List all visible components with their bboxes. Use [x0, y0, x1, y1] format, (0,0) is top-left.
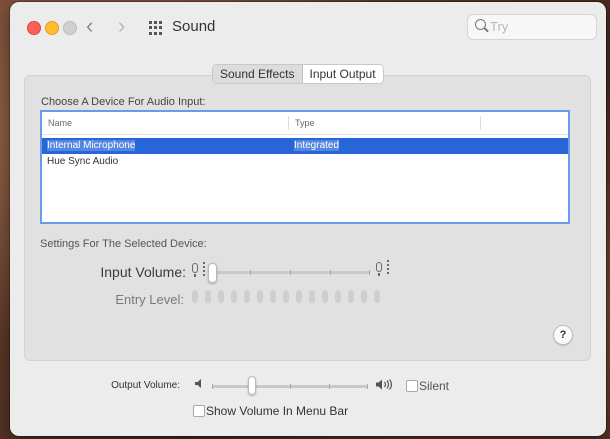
input-volume-slider[interactable]	[210, 270, 370, 275]
level-bar	[335, 290, 341, 303]
tab-sound-effects[interactable]: Sound Effects	[213, 65, 303, 83]
output-volume-slider[interactable]	[212, 384, 368, 389]
title-bar: ‹ › Sound	[10, 2, 606, 50]
slider-tick	[330, 270, 331, 275]
level-bar	[244, 290, 250, 303]
slider-tick	[212, 384, 213, 389]
level-bar	[296, 290, 302, 303]
table-row[interactable]: Hue Sync Audio	[42, 154, 568, 170]
device-type: Integrated	[294, 140, 340, 151]
level-bar	[231, 290, 237, 303]
level-bar	[257, 290, 263, 303]
show-volume-menu-bar-label[interactable]: Show Volume In Menu Bar	[206, 404, 348, 418]
close-button[interactable]	[27, 21, 41, 35]
level-bar	[192, 290, 198, 303]
slider-tick	[290, 270, 291, 275]
slider-tick	[329, 384, 330, 389]
show-volume-menu-bar-checkbox[interactable]	[193, 405, 205, 417]
level-bar	[270, 290, 276, 303]
sound-preferences-window: ‹ › Sound Sound Effects Input Output Cho…	[10, 2, 606, 436]
device-name: Internal Microphone	[47, 140, 136, 151]
show-all-grid-icon[interactable]	[149, 21, 163, 35]
settings-selected-device-label: Settings For The Selected Device:	[40, 238, 207, 250]
minimize-button[interactable]	[45, 21, 59, 35]
slider-tick	[367, 384, 368, 389]
tab-bar: Sound Effects Input Output	[212, 64, 384, 84]
sound-waves-icon	[203, 262, 205, 278]
level-bar	[205, 290, 211, 303]
device-name: Hue Sync Audio	[47, 156, 119, 167]
level-bar	[348, 290, 354, 303]
entry-level-label: Entry Level:	[115, 292, 184, 307]
search-input[interactable]	[490, 18, 586, 35]
speaker-high-icon	[376, 379, 393, 390]
output-volume-label: Output Volume:	[111, 380, 180, 391]
level-bar	[218, 290, 224, 303]
input-volume-label: Input Volume:	[100, 264, 186, 280]
input-device-table[interactable]: Name Type Internal Microphone Integrated…	[40, 110, 570, 224]
microphone-low-icon	[192, 263, 198, 277]
silent-checkbox[interactable]	[406, 380, 418, 392]
level-bar	[361, 290, 367, 303]
table-header: Name Type	[42, 112, 568, 135]
zoom-button[interactable]	[63, 21, 77, 35]
speaker-low-icon	[195, 379, 201, 388]
forward-arrow-icon[interactable]: ›	[118, 14, 125, 38]
slider-tick	[369, 270, 370, 275]
level-bar	[374, 290, 380, 303]
level-bar	[322, 290, 328, 303]
level-bar	[283, 290, 289, 303]
microphone-high-icon	[376, 262, 382, 276]
slider-tick	[250, 270, 251, 275]
tab-input-output[interactable]: Input Output	[302, 65, 383, 83]
input-volume-knob[interactable]	[208, 263, 217, 283]
back-arrow-icon[interactable]: ‹	[86, 14, 93, 38]
column-header-type[interactable]: Type	[295, 118, 315, 128]
silent-label[interactable]: Silent	[419, 379, 449, 393]
search-icon	[475, 19, 486, 30]
level-bar	[309, 290, 315, 303]
table-row[interactable]: Internal Microphone Integrated	[42, 138, 568, 154]
slider-tick	[290, 384, 291, 389]
output-volume-knob[interactable]	[248, 376, 256, 395]
window-title: Sound	[172, 18, 216, 35]
search-field[interactable]	[467, 14, 597, 40]
entry-level-meter	[192, 290, 380, 303]
column-divider	[480, 116, 481, 130]
sound-waves-icon	[387, 260, 389, 276]
help-button[interactable]: ?	[553, 325, 573, 345]
choose-device-label: Choose A Device For Audio Input:	[41, 96, 206, 108]
column-header-name[interactable]: Name	[48, 118, 72, 128]
column-divider	[288, 116, 289, 130]
